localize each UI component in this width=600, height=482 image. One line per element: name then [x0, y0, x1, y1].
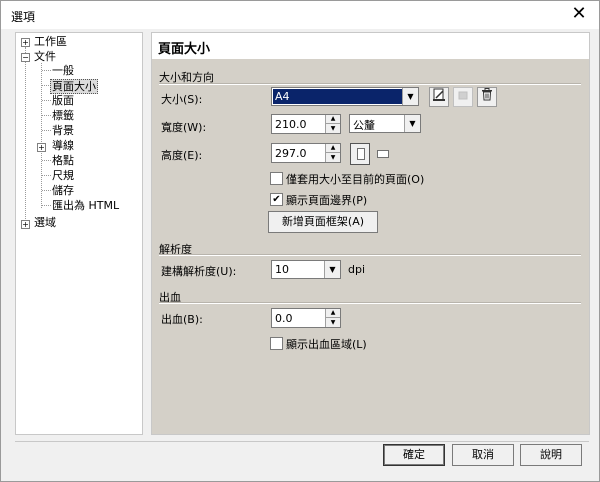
bleed-label: 出血(B):: [161, 313, 203, 326]
footer-divider: [15, 441, 589, 442]
trash-icon: [482, 88, 492, 101]
tree-item-document[interactable]: 文件: [34, 50, 56, 63]
page-title: 頁面大小: [158, 42, 211, 57]
tree-line: [42, 205, 51, 206]
chevron-down-icon[interactable]: ▼: [404, 115, 420, 132]
settings-panel: 頁面大小 大小和方向 大小(S): A4 ▼ 寬度(W): 210.0 ▲ ▼ 公…: [151, 32, 590, 435]
size-label: 大小(S):: [161, 93, 203, 106]
landscape-icon[interactable]: [377, 150, 389, 158]
show-border-checkbox[interactable]: ✔: [270, 193, 283, 206]
height-stepper[interactable]: ▲ ▼: [325, 144, 340, 162]
show-bleed-label: 顯示出血區域(L): [286, 338, 367, 351]
tree-item-grid[interactable]: 格點: [52, 154, 74, 167]
title-bar: 選項 ✕: [1, 1, 599, 29]
cancel-button[interactable]: 取消: [452, 444, 514, 466]
divider: [159, 84, 581, 85]
down-arrow-icon[interactable]: ▼: [326, 318, 340, 327]
tree-item-export-html[interactable]: 匯出為 HTML: [52, 199, 119, 212]
delete-page-size-button[interactable]: [477, 87, 497, 107]
size-dropdown[interactable]: A4 ▼: [271, 87, 419, 106]
render-resolution-label: 建構解析度(U):: [161, 265, 237, 278]
tree-line: [42, 100, 51, 101]
tree-item-layout[interactable]: 版面: [52, 94, 74, 107]
unit-dropdown[interactable]: 公釐 ▼: [349, 114, 421, 133]
chevron-down-icon[interactable]: ▼: [402, 88, 418, 105]
width-stepper[interactable]: ▲ ▼: [325, 115, 340, 133]
tree-line: [42, 190, 51, 191]
tree-item-guidelines[interactable]: 導線: [52, 139, 74, 152]
tree-item-global[interactable]: 選域: [34, 216, 56, 229]
width-label: 寬度(W):: [161, 121, 207, 134]
window-title: 選項: [11, 10, 36, 24]
size-value: A4: [273, 89, 402, 104]
expand-icon[interactable]: +: [37, 143, 46, 152]
disabled-icon: [458, 91, 468, 100]
tree-line: [42, 115, 51, 116]
disabled-action-button[interactable]: [453, 87, 473, 107]
width-input[interactable]: 210.0 ▲ ▼: [271, 114, 341, 134]
tree-line: [25, 47, 26, 223]
down-arrow-icon[interactable]: ▼: [326, 124, 340, 133]
add-page-frame-button[interactable]: 新增頁面框架(A): [268, 211, 378, 233]
portrait-icon: [357, 148, 365, 160]
height-label: 高度(E):: [161, 149, 203, 162]
tree-line: [42, 160, 51, 161]
section-size-orientation: 大小和方向: [159, 71, 214, 84]
tree-item-labels[interactable]: 標籤: [52, 109, 74, 122]
tree-item-rulers[interactable]: 尺規: [52, 169, 74, 182]
check-icon: ✔: [272, 194, 281, 205]
ok-button[interactable]: 確定: [383, 444, 445, 466]
width-value: 210.0: [275, 118, 307, 131]
close-icon[interactable]: ✕: [569, 4, 589, 24]
show-bleed-checkbox[interactable]: [270, 337, 283, 350]
up-arrow-icon[interactable]: ▲: [326, 144, 340, 153]
render-resolution-dropdown[interactable]: 10 ▼: [271, 260, 341, 279]
tree-line: [42, 175, 51, 176]
tree-item-background[interactable]: 背景: [52, 124, 74, 137]
tree-line: [42, 130, 51, 131]
panel-header: 頁面大小: [152, 33, 589, 59]
bleed-input[interactable]: 0.0 ▲ ▼: [271, 308, 341, 328]
portrait-button[interactable]: [350, 143, 370, 165]
tree-item-general[interactable]: 一般: [52, 64, 74, 77]
render-resolution-value: 10: [275, 263, 289, 276]
dpi-unit: dpi: [348, 263, 366, 276]
apply-current-checkbox[interactable]: [270, 172, 283, 185]
options-dialog: 選項 ✕ + 工作區 − 文件 一般 頁面大小 版面 標籤 背景 + 導線 格點…: [0, 0, 600, 482]
divider: [159, 255, 581, 256]
save-page-size-button[interactable]: [429, 87, 449, 107]
expand-icon[interactable]: +: [21, 220, 30, 229]
down-arrow-icon[interactable]: ▼: [326, 153, 340, 162]
category-tree: + 工作區 − 文件 一般 頁面大小 版面 標籤 背景 + 導線 格點 尺規 儲…: [15, 32, 143, 435]
tree-line: [42, 70, 51, 71]
help-button[interactable]: 說明: [520, 444, 582, 466]
bleed-value: 0.0: [275, 312, 293, 325]
height-input[interactable]: 297.0 ▲ ▼: [271, 143, 341, 163]
expand-icon[interactable]: +: [21, 38, 30, 47]
unit-value: 公釐: [353, 119, 375, 132]
chevron-down-icon[interactable]: ▼: [324, 261, 340, 278]
height-value: 297.0: [275, 147, 307, 160]
divider: [159, 303, 581, 304]
up-arrow-icon[interactable]: ▲: [326, 115, 340, 124]
collapse-icon[interactable]: −: [21, 53, 30, 62]
tree-item-page-size[interactable]: 頁面大小: [50, 79, 98, 94]
up-arrow-icon[interactable]: ▲: [326, 309, 340, 318]
save-page-icon: [433, 88, 445, 101]
show-border-label: 顯示頁面邊界(P): [286, 194, 368, 207]
tree-item-workspace[interactable]: 工作區: [34, 35, 67, 48]
tree-item-save[interactable]: 儲存: [52, 184, 74, 197]
bleed-stepper[interactable]: ▲ ▼: [325, 309, 340, 327]
apply-current-label: 僅套用大小至目前的頁面(O): [286, 173, 425, 186]
